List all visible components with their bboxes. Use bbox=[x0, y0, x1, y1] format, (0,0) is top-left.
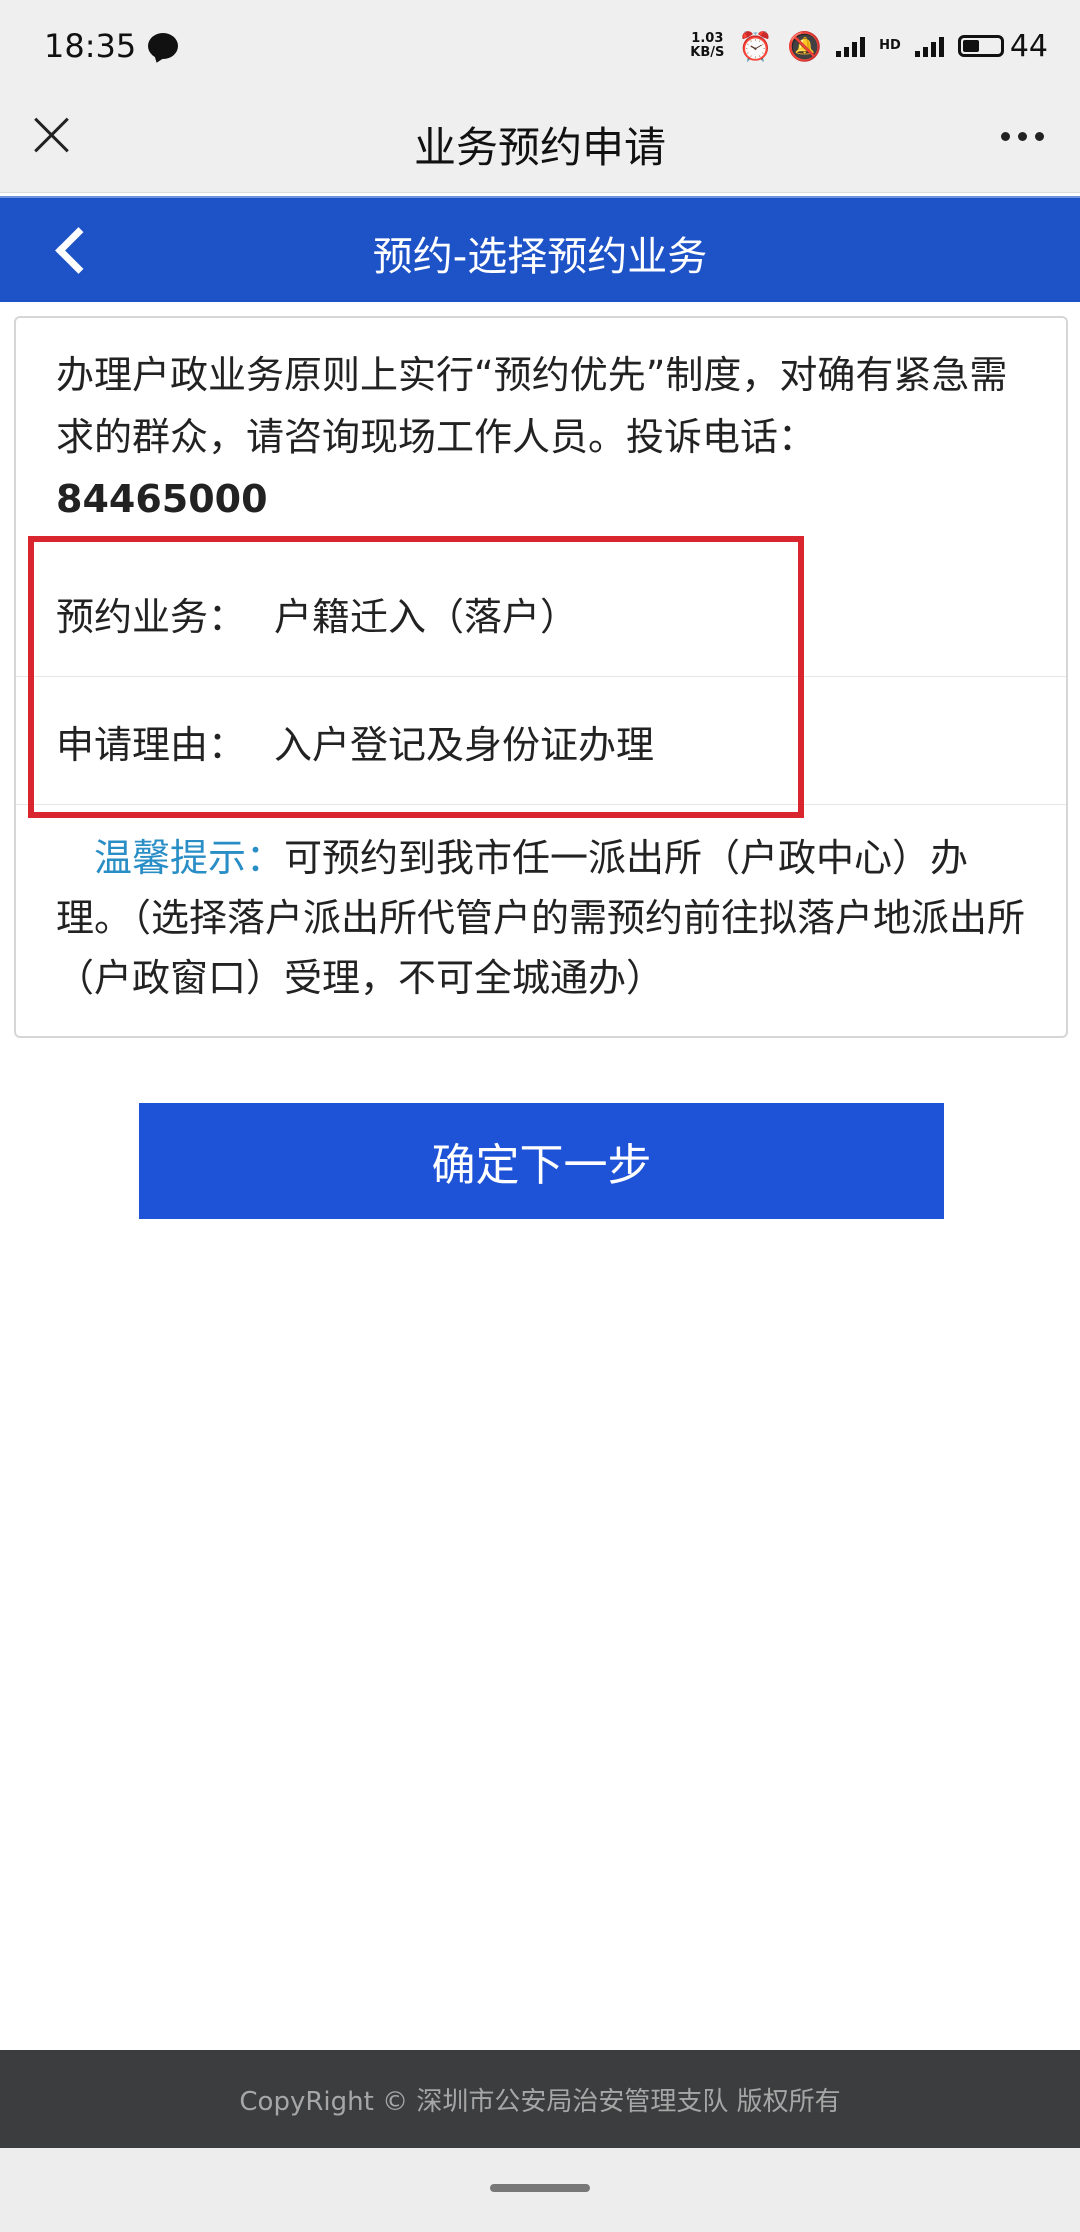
tip-text: 温馨提示：可预约到我市任一派出所（户政中心）办理。（选择落户派出所代管户的需预约… bbox=[56, 828, 1036, 1008]
net-speed: 1.03 KB/S bbox=[690, 32, 724, 60]
battery: 44 bbox=[957, 28, 1048, 64]
page-title: 业务预约申请 bbox=[413, 123, 666, 172]
navigation-bar bbox=[0, 2148, 1080, 2232]
signal-icon bbox=[914, 35, 944, 57]
alarm-icon: ⏰ bbox=[738, 29, 774, 63]
section-header: 预约-选择预约业务 bbox=[0, 196, 1080, 302]
net-speed-unit: KB/S bbox=[690, 45, 725, 60]
mute-icon: 🔕 bbox=[787, 29, 823, 63]
more-options-icon[interactable] bbox=[1001, 132, 1044, 141]
home-indicator[interactable] bbox=[490, 2184, 590, 2192]
net-speed-value: 1.03 bbox=[691, 31, 724, 46]
next-step-button[interactable]: 确定下一步 bbox=[139, 1103, 944, 1219]
notice-text: 办理户政业务原则上实行“预约优先”制度，对确有紧急需求的群众，请咨询现场工作人员… bbox=[56, 344, 1016, 530]
hd-icon: HD bbox=[879, 38, 901, 53]
copyright-text: CopyRight © 深圳市公安局治安管理支队 版权所有 bbox=[239, 2086, 841, 2117]
tip-label: 温馨提示： bbox=[94, 836, 285, 880]
header-title: 预约-选择预约业务 bbox=[372, 234, 708, 280]
status-bar: 18:35 1.03 KB/S ⏰ 🔕 HD 44 bbox=[0, 0, 1080, 92]
battery-level: 44 bbox=[1009, 28, 1048, 64]
battery-icon bbox=[957, 35, 1004, 57]
status-left: 18:35 bbox=[44, 27, 179, 65]
notice-body: 办理户政业务原则上实行“预约优先”制度，对确有紧急需求的群众，请咨询现场工作人员… bbox=[56, 353, 1008, 459]
status-right: 1.03 KB/S ⏰ 🔕 HD 44 bbox=[690, 29, 1048, 64]
signal-4g-icon bbox=[836, 35, 866, 57]
chat-notification-icon bbox=[148, 33, 179, 59]
footer: CopyRight © 深圳市公安局治安管理支队 版权所有 bbox=[0, 2050, 1080, 2148]
status-time: 18:35 bbox=[44, 27, 137, 65]
complaint-phone: 84465000 bbox=[56, 477, 268, 521]
highlight-box bbox=[28, 536, 804, 818]
title-bar: 业务预约申请 bbox=[0, 92, 1080, 193]
